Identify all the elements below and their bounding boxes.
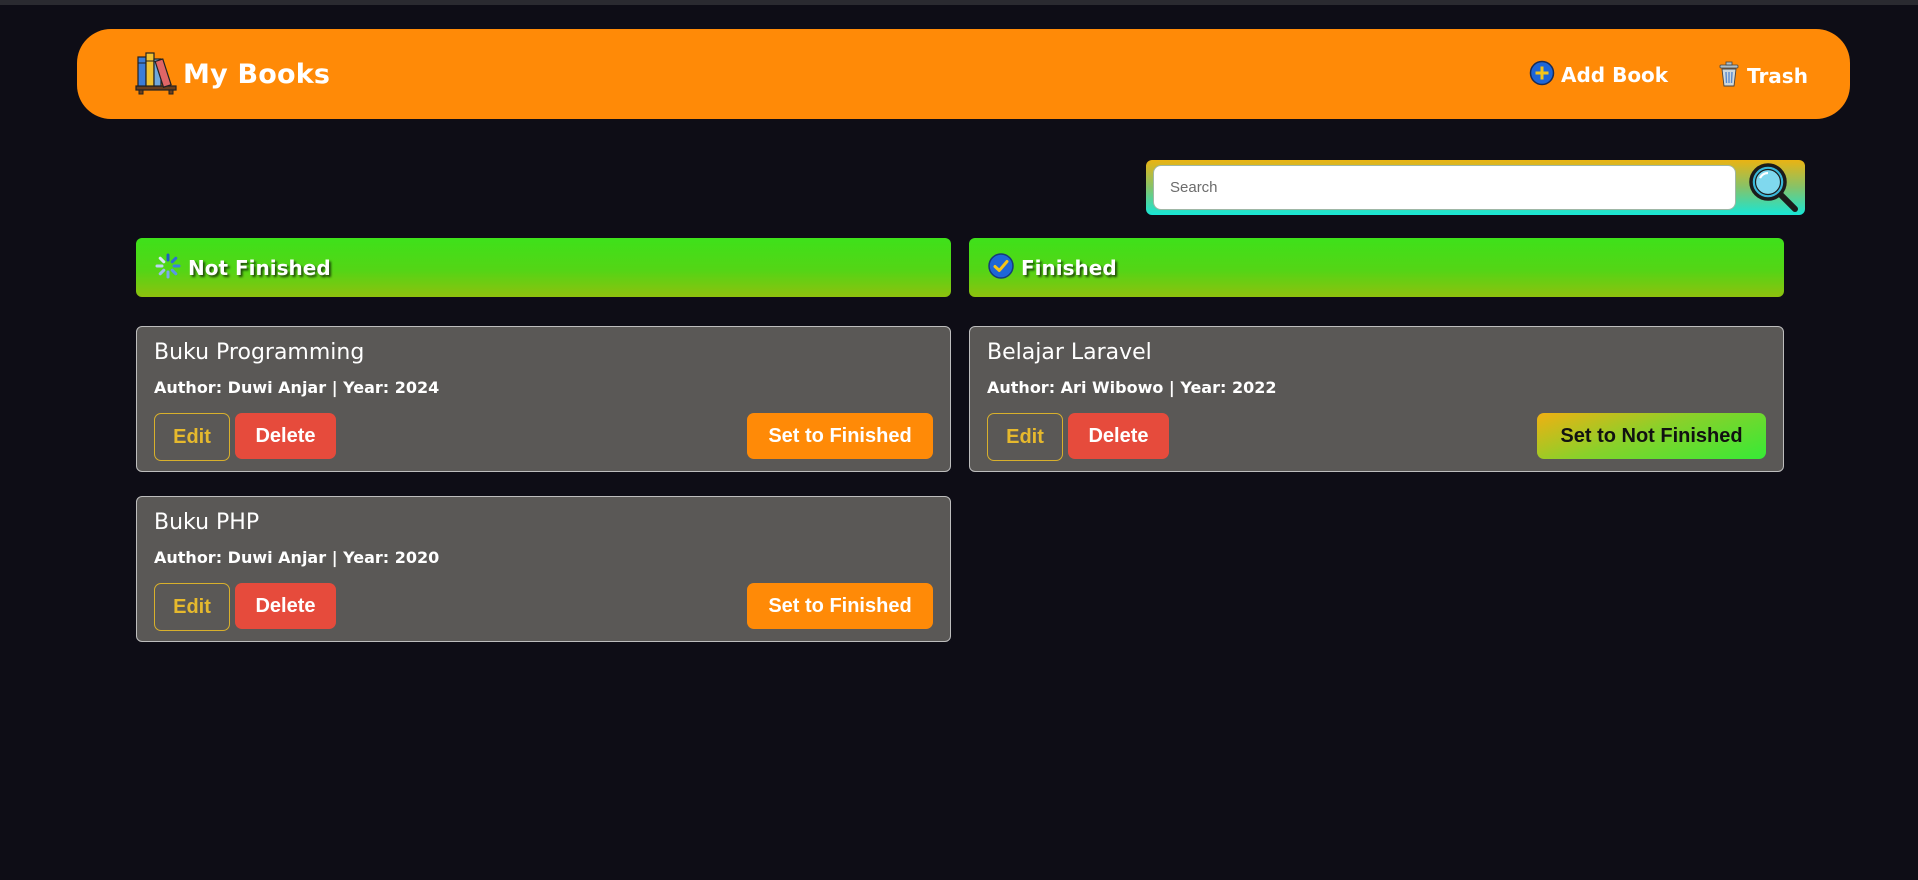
book-title: Buku Programming	[154, 340, 365, 365]
edit-button[interactable]: Edit	[154, 413, 230, 461]
book-meta: Author: Duwi Anjar | Year: 2024	[154, 378, 440, 397]
book-title: Belajar Laravel	[987, 340, 1152, 365]
section-header-not-finished: Not Finished	[136, 238, 951, 297]
delete-button[interactable]: Delete	[1068, 413, 1169, 459]
navbar: My Books Add Book Trash	[77, 29, 1850, 119]
delete-button[interactable]: Delete	[235, 583, 336, 629]
add-book-label: Add Book	[1561, 63, 1669, 87]
loading-spinner-icon	[154, 252, 182, 284]
set-not-finished-button[interactable]: Set to Not Finished	[1537, 413, 1766, 459]
trash-label: Trash	[1747, 64, 1808, 88]
magnifier-icon	[1749, 163, 1798, 212]
section-header-finished: Finished	[969, 238, 1784, 297]
trash-link[interactable]: Trash	[1717, 60, 1808, 92]
trash-icon	[1717, 60, 1741, 92]
book-meta: Author: Duwi Anjar | Year: 2020	[154, 548, 440, 567]
brand[interactable]: My Books	[133, 49, 330, 99]
set-finished-button[interactable]: Set to Finished	[747, 413, 933, 459]
edit-button[interactable]: Edit	[154, 583, 230, 631]
book-title: Buku PHP	[154, 510, 260, 535]
book-card: Belajar Laravel Author: Ari Wibowo | Yea…	[969, 326, 1784, 472]
search-input[interactable]	[1153, 165, 1736, 210]
delete-button[interactable]: Delete	[235, 413, 336, 459]
section-title-finished: Finished	[1021, 255, 1117, 280]
book-card: Buku PHP Author: Duwi Anjar | Year: 2020…	[136, 496, 951, 642]
book-card: Buku Programming Author: Duwi Anjar | Ye…	[136, 326, 951, 472]
book-meta: Author: Ari Wibowo | Year: 2022	[987, 378, 1277, 397]
search-button[interactable]	[1746, 161, 1800, 214]
edit-button[interactable]: Edit	[987, 413, 1063, 461]
browser-top-edge	[0, 0, 1918, 5]
section-title-not-finished: Not Finished	[188, 255, 331, 280]
bookshelf-icon	[133, 49, 179, 99]
page-title: My Books	[183, 58, 331, 90]
plus-circle-icon	[1529, 60, 1555, 90]
check-circle-icon	[987, 252, 1015, 284]
set-finished-button[interactable]: Set to Finished	[747, 583, 933, 629]
search-bar	[1146, 160, 1805, 215]
add-book-link[interactable]: Add Book	[1529, 60, 1668, 90]
